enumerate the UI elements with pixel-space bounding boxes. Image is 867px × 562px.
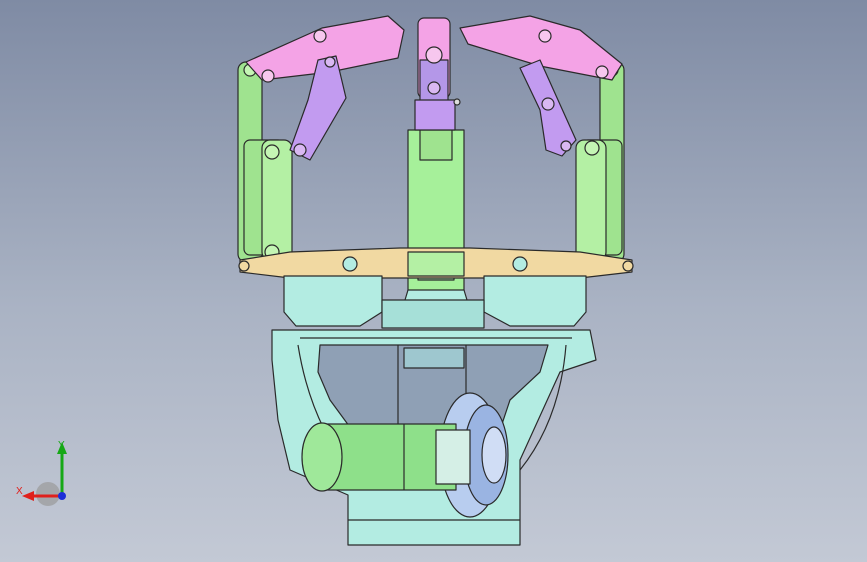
triad-origin (36, 482, 60, 506)
center-finger[interactable] (414, 17, 461, 131)
x-axis-label: X (16, 486, 23, 497)
left-finger[interactable] (245, 15, 405, 161)
coordinate-triad: X Y (16, 440, 67, 506)
right-finger[interactable] (459, 15, 623, 157)
z-axis-dot (58, 492, 66, 500)
right-side-arm[interactable] (575, 61, 625, 270)
center-column[interactable] (401, 129, 471, 321)
left-side-arm[interactable] (237, 61, 293, 263)
motor[interactable] (301, 422, 471, 492)
cad-3d-viewport[interactable] (0, 0, 867, 562)
crossbar[interactable] (238, 247, 634, 279)
x-axis-arrowhead (22, 491, 34, 501)
y-axis-label: Y (58, 440, 65, 451)
